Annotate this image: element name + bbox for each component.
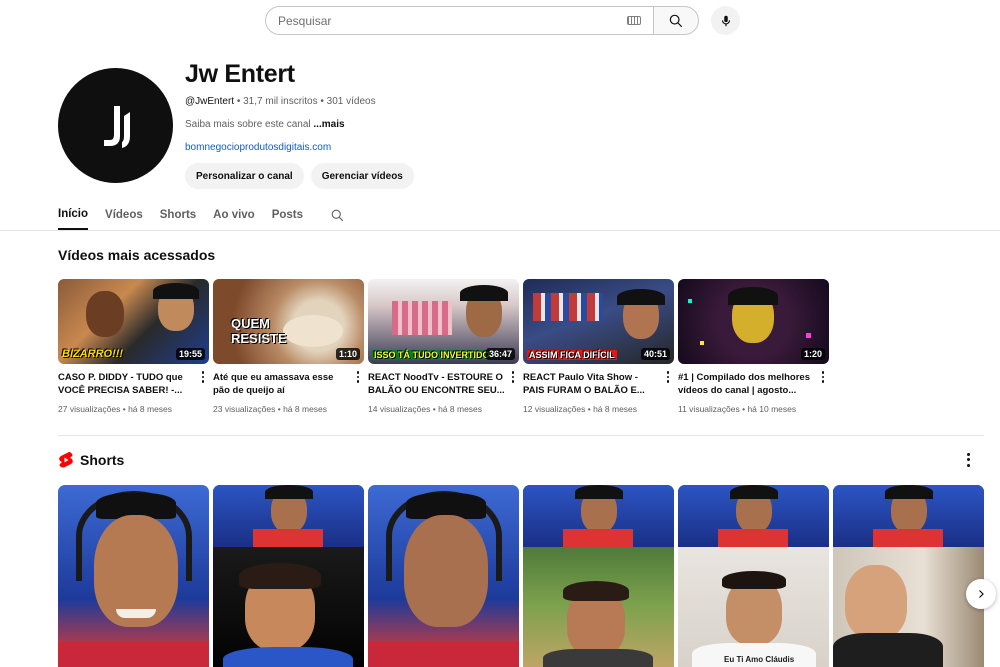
video-age: há 8 meses: [128, 404, 173, 414]
shorts-logo-icon: [59, 451, 73, 468]
channel-handle: @JwEntert: [185, 96, 235, 107]
search-icon: [331, 209, 344, 221]
channel-link[interactable]: bomnegocioprodutosdigitais.com: [185, 142, 414, 153]
subscriber-count: 31,7 mil inscritos: [243, 96, 318, 107]
video-card[interactable]: BIZARRO!!! 19:55 CASO P. DIDDY - TUDO qu…: [58, 279, 209, 414]
channel-name: Jw Entert: [185, 60, 295, 88]
tab-videos[interactable]: Vídeos: [105, 200, 143, 230]
video-card[interactable]: ISSO TÁ TUDO INVERTIDO 36:47 REACT NoodT…: [368, 279, 519, 414]
video-duration: 36:47: [485, 348, 515, 360]
meta-separator: •: [585, 404, 594, 414]
search-icon: [669, 14, 683, 27]
video-thumbnail[interactable]: ASSIM FICA DIFÍCIL 40:51: [523, 279, 674, 364]
tab-home[interactable]: Início: [58, 200, 89, 230]
chevron-right-icon: [979, 590, 984, 598]
voice-search-button[interactable]: [711, 6, 740, 35]
video-meta: 12 visualizações • há 8 meses: [523, 404, 674, 414]
channel-about[interactable]: Saiba mais sobre este canal ...mais: [185, 119, 414, 130]
tab-live[interactable]: Ao vivo: [213, 200, 255, 230]
customize-channel-button[interactable]: Personalizar o canal: [185, 163, 304, 189]
video-title[interactable]: #1 | Compilado dos melhores vídeos do ca…: [678, 371, 829, 397]
video-thumbnail[interactable]: 1:20: [678, 279, 829, 364]
video-thumbnail[interactable]: BIZARRO!!! 19:55: [58, 279, 209, 364]
channel-search-button[interactable]: [330, 200, 345, 230]
more-options-icon[interactable]: [509, 370, 517, 384]
shirt-print: Eu Ti Amo Cláudis: [724, 655, 795, 664]
thumbnail-text: BIZARRO!!!: [62, 348, 124, 360]
video-card[interactable]: QUEM RESISTE 1:10 Até que eu amassava es…: [213, 279, 364, 414]
video-card[interactable]: ASSIM FICA DIFÍCIL 40:51 REACT Paulo Vit…: [523, 279, 674, 414]
video-title[interactable]: CASO P. DIDDY - TUDO que VOCÊ PRECISA SA…: [58, 371, 209, 397]
keyboard-icon[interactable]: [627, 16, 641, 25]
popular-videos-row: BIZARRO!!! 19:55 CASO P. DIDDY - TUDO qu…: [58, 279, 829, 414]
video-title[interactable]: REACT NoodTv - ESTOURE O BALÃO OU ENCONT…: [368, 371, 519, 397]
video-thumbnail[interactable]: QUEM RESISTE 1:10: [213, 279, 364, 364]
short-thumbnail[interactable]: [368, 485, 519, 667]
video-title[interactable]: REACT Paulo Vita Show - PAIS FURAM O BAL…: [523, 371, 674, 397]
short-thumbnail[interactable]: [833, 485, 984, 667]
section-divider: [58, 435, 984, 436]
video-age: há 8 meses: [438, 404, 483, 414]
video-views: 14 visualizações: [368, 404, 431, 414]
video-duration: 40:51: [640, 348, 670, 360]
tab-shorts[interactable]: Shorts: [160, 200, 196, 230]
more-options-icon[interactable]: [354, 370, 362, 384]
video-age: há 10 meses: [747, 404, 797, 414]
video-meta: 14 visualizações • há 8 meses: [368, 404, 519, 414]
thumbnail-text: QUEM RESISTE: [231, 316, 287, 346]
video-title[interactable]: Até que eu amassava esse pão de queijo a…: [213, 371, 364, 397]
short-thumbnail[interactable]: [58, 485, 209, 667]
shorts-next-button[interactable]: [966, 579, 996, 609]
short-thumbnail[interactable]: [213, 485, 364, 667]
video-meta: 11 visualizações • há 10 meses: [678, 404, 829, 414]
search-bar: Pesquisar: [265, 6, 740, 35]
search-button[interactable]: [653, 6, 699, 35]
channel-buttons: Personalizar o canal Gerenciar vídeos: [185, 163, 414, 189]
meta-separator: •: [430, 404, 439, 414]
video-views: 11 visualizações: [678, 404, 740, 414]
video-count: 301 vídeos: [326, 96, 376, 107]
video-duration: 1:20: [800, 348, 825, 360]
about-text: Saiba mais sobre este canal: [185, 119, 311, 130]
video-duration: 19:55: [175, 348, 205, 360]
section-title-shorts: Shorts: [80, 452, 125, 468]
video-thumbnail[interactable]: ISSO TÁ TUDO INVERTIDO 36:47: [368, 279, 519, 364]
tabs-divider: [0, 230, 1000, 231]
channel-avatar[interactable]: [58, 68, 173, 183]
microphone-icon: [721, 15, 730, 26]
about-more-link[interactable]: ...mais: [313, 119, 344, 130]
shorts-more-options-icon[interactable]: [964, 452, 972, 468]
channel-info: Jw Entert @JwEntert • 31,7 mil inscritos…: [185, 60, 414, 189]
video-age: há 8 meses: [593, 404, 638, 414]
video-meta: 27 visualizações • há 8 meses: [58, 404, 209, 414]
channel-logo-icon: [103, 105, 130, 148]
video-views: 27 visualizações: [58, 404, 121, 414]
more-options-icon[interactable]: [199, 370, 207, 384]
video-duration: 1:10: [335, 348, 360, 360]
tab-posts[interactable]: Posts: [272, 200, 303, 230]
video-card[interactable]: 1:20 #1 | Compilado dos melhores vídeos …: [678, 279, 829, 414]
channel-tabs: Início Vídeos Shorts Ao vivo Posts: [58, 200, 345, 230]
video-views: 12 visualizações: [523, 404, 586, 414]
meta-separator: •: [120, 404, 129, 414]
video-age: há 8 meses: [283, 404, 328, 414]
thumbnail-text: ISSO TÁ TUDO INVERTIDO: [372, 350, 492, 360]
more-options-icon[interactable]: [664, 370, 672, 384]
search-input[interactable]: Pesquisar: [265, 6, 653, 35]
manage-videos-button[interactable]: Gerenciar vídeos: [310, 163, 414, 189]
short-thumbnail[interactable]: Eu Ti Amo Cláudis: [678, 485, 829, 667]
shorts-header: Shorts: [58, 451, 124, 469]
short-thumbnail[interactable]: [523, 485, 674, 667]
search-placeholder: Pesquisar: [278, 13, 332, 28]
section-title-popular: Vídeos mais acessados: [58, 247, 216, 263]
channel-meta: @JwEntert • 31,7 mil inscritos • 301 víd…: [185, 96, 414, 107]
shorts-row: Eu Ti Amo Cláudis: [58, 485, 984, 667]
thumbnail-text: ASSIM FICA DIFÍCIL: [527, 350, 617, 360]
more-options-icon[interactable]: [819, 370, 827, 384]
meta-separator: •: [275, 404, 284, 414]
video-views: 23 visualizações: [213, 404, 276, 414]
video-meta: 23 visualizações • há 8 meses: [213, 404, 364, 414]
